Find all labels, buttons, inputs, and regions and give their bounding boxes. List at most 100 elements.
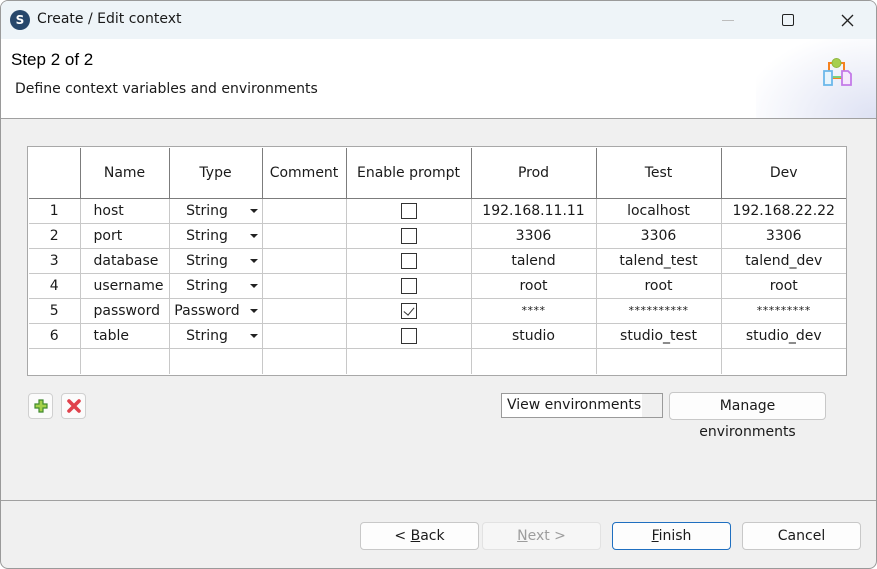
- type-value: String: [186, 202, 228, 219]
- type-value: String: [186, 277, 228, 294]
- empty-cell: [471, 348, 597, 374]
- view-environments-label: View environments: [507, 397, 642, 413]
- finish-button[interactable]: Finish: [612, 522, 731, 550]
- variable-name-cell[interactable]: table: [80, 323, 170, 349]
- prod-value-cell[interactable]: 3306: [471, 223, 597, 249]
- table-header-row: Name Type Comment Enable prompt Prod Tes…: [29, 148, 846, 199]
- variable-type-select[interactable]: String: [169, 248, 263, 274]
- table-row[interactable]: 4 username String root root root: [29, 273, 846, 299]
- column-header-prod[interactable]: Prod: [471, 148, 597, 199]
- prod-value-cell[interactable]: 192.168.11.11: [471, 198, 597, 224]
- prod-value-cell[interactable]: root: [471, 273, 597, 299]
- column-header-name[interactable]: Name: [80, 148, 170, 199]
- test-value-cell[interactable]: root: [596, 273, 722, 299]
- window-title: Create / Edit context: [37, 11, 182, 27]
- comment-cell[interactable]: [262, 248, 347, 274]
- prod-value-cell[interactable]: ****: [471, 298, 597, 324]
- type-value: String: [186, 227, 228, 244]
- cancel-button[interactable]: Cancel: [742, 522, 861, 550]
- variable-name-cell[interactable]: host: [80, 198, 170, 224]
- test-value-cell[interactable]: studio_test: [596, 323, 722, 349]
- table-row[interactable]: 6 table String studio studio_test studio_dev: [29, 323, 846, 349]
- empty-cell: [721, 348, 846, 374]
- prod-value-cell[interactable]: studio: [471, 323, 597, 349]
- table-row[interactable]: 3 database String talend talend_test talend_d…: [29, 248, 846, 274]
- dev-value-cell[interactable]: studio_dev: [721, 323, 846, 349]
- variable-type-select[interactable]: String: [169, 273, 263, 299]
- step-title: Step 2 of 2: [11, 50, 94, 69]
- next-button[interactable]: Next >: [482, 522, 601, 550]
- context-table: Name Type Comment Enable prompt Prod Tes…: [27, 146, 847, 376]
- app-icon: S: [10, 10, 30, 30]
- maximize-icon: [782, 14, 794, 26]
- row-index: 1: [29, 198, 81, 224]
- comment-cell[interactable]: [262, 323, 347, 349]
- empty-cell: [262, 348, 347, 374]
- enable-prompt-checkbox[interactable]: [400, 302, 417, 319]
- column-header-test[interactable]: Test: [596, 148, 722, 199]
- enable-prompt-checkbox[interactable]: [400, 277, 417, 294]
- test-value-cell[interactable]: localhost: [596, 198, 722, 224]
- type-value: String: [186, 327, 228, 344]
- variable-type-select[interactable]: String: [169, 223, 263, 249]
- chevron-down-icon: [249, 258, 258, 263]
- minimize-button[interactable]: [705, 1, 751, 39]
- chevron-down-icon: [249, 308, 258, 313]
- row-index: 3: [29, 248, 81, 274]
- test-value-cell[interactable]: 3306: [596, 223, 722, 249]
- prod-value-cell[interactable]: talend: [471, 248, 597, 274]
- empty-cell: [80, 348, 170, 374]
- dev-value-cell[interactable]: talend_dev: [721, 248, 846, 274]
- variable-type-select[interactable]: Password: [169, 298, 263, 324]
- chevron-down-icon: [249, 208, 258, 213]
- test-value-cell[interactable]: **********: [596, 298, 722, 324]
- maximize-button[interactable]: [765, 1, 811, 39]
- empty-table-row[interactable]: [29, 348, 846, 374]
- test-value-cell[interactable]: talend_test: [596, 248, 722, 274]
- variable-type-select[interactable]: String: [169, 198, 263, 224]
- close-icon: [841, 14, 853, 26]
- variable-name-cell[interactable]: port: [80, 223, 170, 249]
- dev-value-cell[interactable]: *********: [721, 298, 846, 324]
- chevron-down-icon: [249, 283, 258, 288]
- table-row[interactable]: 5 password Password **** ********** *********: [29, 298, 846, 324]
- back-button[interactable]: < Back: [360, 522, 479, 550]
- variable-name-cell[interactable]: database: [80, 248, 170, 274]
- variable-name-cell[interactable]: username: [80, 273, 170, 299]
- column-header-comment[interactable]: Comment: [262, 148, 347, 199]
- enable-prompt-checkbox[interactable]: [400, 327, 417, 344]
- view-environments-dropdown[interactable]: View environments: [501, 393, 663, 418]
- type-value: String: [186, 252, 228, 269]
- remove-icon: [66, 399, 81, 413]
- add-variable-button[interactable]: [28, 393, 53, 419]
- add-icon: [33, 399, 48, 413]
- column-header-dev[interactable]: Dev: [721, 148, 846, 199]
- variable-type-select[interactable]: String: [169, 323, 263, 349]
- step-description: Define context variables and environment…: [15, 81, 318, 97]
- enable-prompt-checkbox[interactable]: [400, 227, 417, 244]
- comment-cell[interactable]: [262, 198, 347, 224]
- comment-cell[interactable]: [262, 298, 347, 324]
- dev-value-cell[interactable]: 192.168.22.22: [721, 198, 846, 224]
- column-header-type[interactable]: Type: [169, 148, 263, 199]
- row-index: 5: [29, 298, 81, 324]
- empty-cell: [346, 348, 472, 374]
- variable-name-cell[interactable]: password: [80, 298, 170, 324]
- comment-cell[interactable]: [262, 223, 347, 249]
- enable-prompt-checkbox[interactable]: [400, 252, 417, 269]
- remove-variable-button[interactable]: [61, 393, 86, 419]
- table-row[interactable]: 2 port String 3306 3306 3306: [29, 223, 846, 249]
- enable-prompt-checkbox[interactable]: [400, 202, 417, 219]
- type-value: Password: [174, 302, 240, 319]
- chevron-down-icon: [249, 233, 258, 238]
- close-button[interactable]: [824, 1, 870, 39]
- enable-prompt-cell: [346, 223, 472, 249]
- row-index: 6: [29, 323, 81, 349]
- dev-value-cell[interactable]: 3306: [721, 223, 846, 249]
- column-header-enable-prompt[interactable]: Enable prompt: [346, 148, 472, 199]
- column-header-index[interactable]: [29, 148, 81, 199]
- comment-cell[interactable]: [262, 273, 347, 299]
- table-row[interactable]: 1 host String 192.168.11.11 localhost 192.168…: [29, 198, 846, 224]
- dev-value-cell[interactable]: root: [721, 273, 846, 299]
- manage-environments-button[interactable]: Manage environments: [669, 392, 826, 440]
